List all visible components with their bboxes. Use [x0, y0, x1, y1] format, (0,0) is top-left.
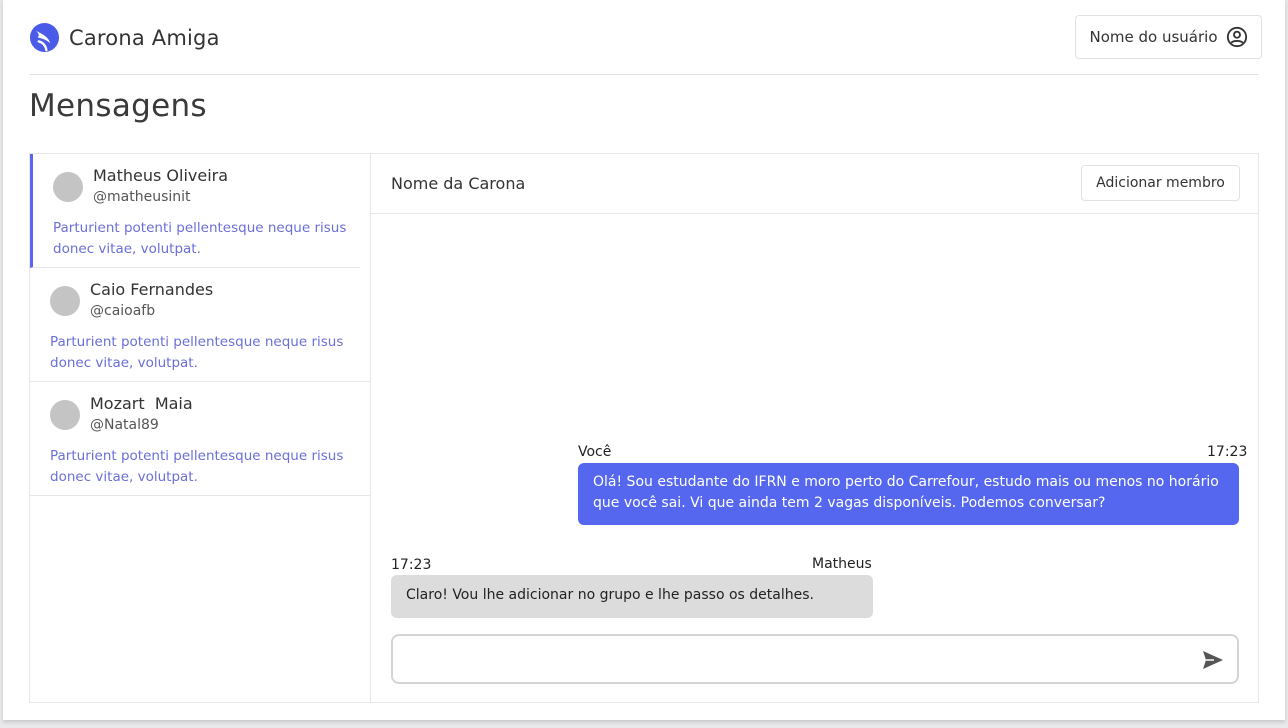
message-time: 17:23 [391, 557, 432, 573]
message-time: 17:23 [1207, 444, 1248, 460]
chat-header: Nome da Carona Adicionar membro [371, 154, 1258, 214]
top-bar: Carona Amiga Nome do usuário [29, 0, 1262, 75]
conversation-list: Matheus Oliveira @matheusinit Parturient… [30, 154, 371, 702]
conversation-item-caio[interactable]: Caio Fernandes @caioafb Parturient poten… [30, 268, 370, 382]
conversation-item-mozart[interactable]: Mozart Maia @Natal89 Parturient potenti … [30, 382, 370, 496]
conversation-handle: @Natal89 [90, 417, 159, 433]
app-window: Carona Amiga Nome do usuário Mensagens M… [3, 0, 1285, 720]
user-menu-button[interactable]: Nome do usuário [1075, 15, 1262, 59]
avatar [50, 400, 80, 430]
incoming-message-bubble: Claro! Vou lhe adicionar no grupo e lhe … [391, 575, 873, 618]
message-input[interactable] [405, 648, 1185, 670]
conversation-handle: @matheusinit [93, 189, 191, 205]
conversation-name: Matheus Oliveira [93, 166, 229, 185]
page-title: Mensagens [29, 88, 207, 124]
conversation-handle: @caioafb [90, 303, 156, 319]
message-composer [391, 634, 1239, 684]
send-icon[interactable] [1201, 648, 1225, 672]
message-sender: Matheus [812, 556, 872, 572]
chat-title: Nome da Carona [391, 174, 526, 193]
add-member-button[interactable]: Adicionar membro [1081, 165, 1240, 201]
avatar [50, 286, 80, 316]
conversation-preview: Parturient potenti pellentesque neque ri… [50, 448, 344, 485]
conversation-preview: Parturient potenti pellentesque neque ri… [53, 220, 347, 257]
user-circle-icon [1226, 26, 1247, 48]
conversation-preview: Parturient potenti pellentesque neque ri… [50, 334, 344, 371]
chat-area: Nome da Carona Adicionar membro Você 17:… [371, 154, 1258, 702]
outgoing-message-bubble: Olá! Sou estudante do IFRN e moro perto … [578, 463, 1239, 525]
conversation-name: Caio Fernandes [90, 280, 214, 299]
user-name-label: Nome do usuário [1089, 28, 1218, 46]
message-sender: Você [578, 444, 612, 460]
messages-panel: Matheus Oliveira @matheusinit Parturient… [29, 153, 1259, 703]
conversation-name: Mozart Maia [90, 394, 193, 413]
brand[interactable]: Carona Amiga [29, 22, 220, 53]
avatar [53, 172, 83, 202]
carona-logo-icon [29, 22, 60, 53]
brand-name: Carona Amiga [69, 25, 220, 50]
conversation-item-matheus[interactable]: Matheus Oliveira @matheusinit Parturient… [30, 154, 360, 268]
